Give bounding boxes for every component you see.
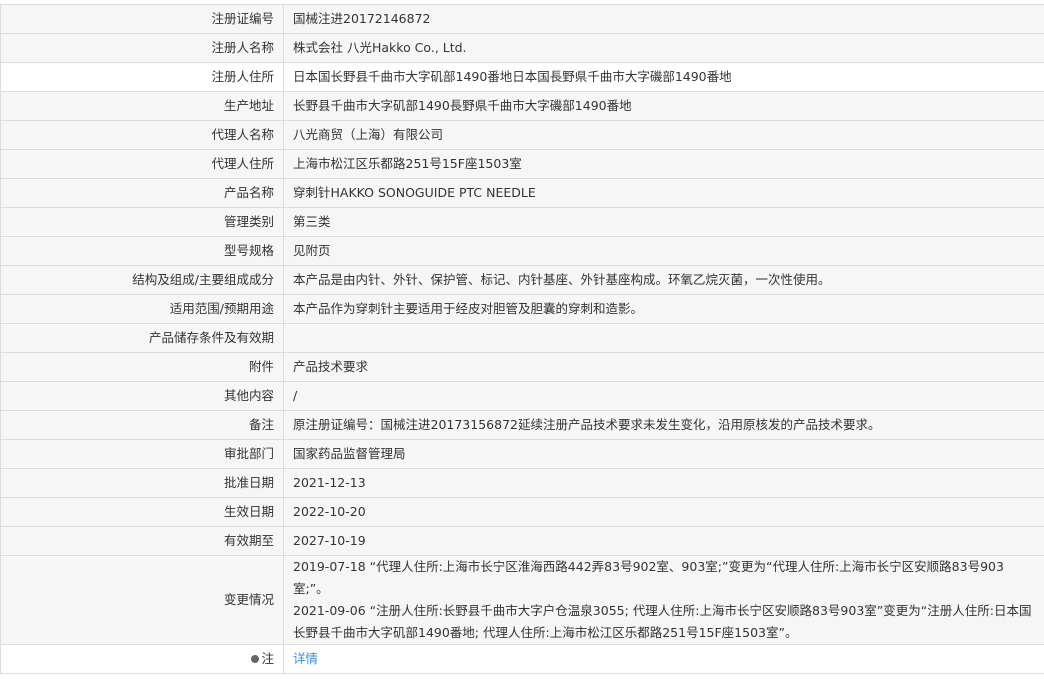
table-row-note: 注 详情 (1, 645, 1044, 674)
row-value: 国械注进20172146872 (284, 5, 1044, 34)
table-row: 审批部门国家药品监督管理局 (1, 440, 1044, 469)
row-value: 八光商贸（上海）有限公司 (284, 121, 1044, 150)
row-label: 产品储存条件及有效期 (1, 324, 284, 353)
table-row: 代理人住所上海市松江区乐都路251号15F座1503室 (1, 150, 1044, 179)
row-value: 第三类 (284, 208, 1044, 237)
table-row: 产品储存条件及有效期 (1, 324, 1044, 353)
row-value: 日本国长野县千曲市大字矶部1490番地日本国長野県千曲市大字磯部1490番地 (284, 63, 1044, 92)
table-row: 注册证编号国械注进20172146872 (1, 5, 1044, 34)
row-value: 产品技术要求 (284, 353, 1044, 382)
row-label: 代理人名称 (1, 121, 284, 150)
registration-detail-table: 注册证编号国械注进20172146872注册人名称株式会社 八光Hakko Co… (0, 4, 1044, 674)
row-value: 株式会社 八光Hakko Co., Ltd. (284, 34, 1044, 63)
table-row: 生产地址长野县千曲市大字矶部1490長野県千曲市大字磯部1490番地 (1, 92, 1044, 121)
row-value: 上海市松江区乐都路251号15F座1503室 (284, 150, 1044, 179)
row-label: 适用范围/预期用途 (1, 295, 284, 324)
row-label: 注册人名称 (1, 34, 284, 63)
row-value: 本产品是由内针、外针、保护管、标记、内针基座、外针基座构成。环氧乙烷灭菌，一次性… (284, 266, 1044, 295)
details-link[interactable]: 详情 (293, 651, 318, 666)
note-icon (251, 655, 259, 663)
table-row-changes: 变更情况 2019-07-18 “代理人住所:上海市长宁区淮海西路442弄83号… (1, 556, 1044, 645)
row-label: 注册证编号 (1, 5, 284, 34)
table-row: 附件产品技术要求 (1, 353, 1044, 382)
row-label: 管理类别 (1, 208, 284, 237)
table-row: 管理类别第三类 (1, 208, 1044, 237)
row-value: 原注册证编号：国械注进20173156872延续注册产品技术要求未发生变化，沿用… (284, 411, 1044, 440)
row-label: 结构及组成/主要组成成分 (1, 266, 284, 295)
table-row: 其他内容/ (1, 382, 1044, 411)
row-label: 生效日期 (1, 498, 284, 527)
row-value: 2019-07-18 “代理人住所:上海市长宁区淮海西路442弄83号902室、… (284, 556, 1044, 645)
table-row: 有效期至2027-10-19 (1, 527, 1044, 556)
table-row: 型号规格见附页 (1, 237, 1044, 266)
row-label: 变更情况 (1, 556, 284, 645)
table-row: 批准日期2021-12-13 (1, 469, 1044, 498)
row-label: 有效期至 (1, 527, 284, 556)
note-label: 注 (261, 651, 274, 666)
row-value: 2021-12-13 (284, 469, 1044, 498)
row-value: 穿刺针HAKKO SONOGUIDE PTC NEEDLE (284, 179, 1044, 208)
row-value: 国家药品监督管理局 (284, 440, 1044, 469)
row-label: 生产地址 (1, 92, 284, 121)
table-row: 代理人名称八光商贸（上海）有限公司 (1, 121, 1044, 150)
row-label: 备注 (1, 411, 284, 440)
row-label: 批准日期 (1, 469, 284, 498)
table-row: 备注原注册证编号：国械注进20173156872延续注册产品技术要求未发生变化，… (1, 411, 1044, 440)
row-value: 2027-10-19 (284, 527, 1044, 556)
row-label: 产品名称 (1, 179, 284, 208)
table-row: 产品名称穿刺针HAKKO SONOGUIDE PTC NEEDLE (1, 179, 1044, 208)
row-label: 其他内容 (1, 382, 284, 411)
row-value: 详情 (284, 645, 1044, 674)
row-value: 长野县千曲市大字矶部1490長野県千曲市大字磯部1490番地 (284, 92, 1044, 121)
row-label: 注册人住所 (1, 63, 284, 92)
change-entry: 2021-09-06 “注册人住所:长野县千曲市大字户仓温泉3055; 代理人住… (293, 600, 1036, 644)
row-label: 注 (1, 645, 284, 674)
table-row: 生效日期2022-10-20 (1, 498, 1044, 527)
row-value: 本产品作为穿刺针主要适用于经皮对胆管及胆囊的穿刺和造影。 (284, 295, 1044, 324)
row-value: 2022-10-20 (284, 498, 1044, 527)
row-label: 型号规格 (1, 237, 284, 266)
row-value: 见附页 (284, 237, 1044, 266)
table-row: 适用范围/预期用途本产品作为穿刺针主要适用于经皮对胆管及胆囊的穿刺和造影。 (1, 295, 1044, 324)
row-value: / (284, 382, 1044, 411)
table-row: 注册人住所日本国长野县千曲市大字矶部1490番地日本国長野県千曲市大字磯部149… (1, 63, 1044, 92)
row-value (284, 324, 1044, 353)
table-row: 注册人名称株式会社 八光Hakko Co., Ltd. (1, 34, 1044, 63)
change-entry: 2019-07-18 “代理人住所:上海市长宁区淮海西路442弄83号902室、… (293, 556, 1036, 600)
row-label: 附件 (1, 353, 284, 382)
row-label: 审批部门 (1, 440, 284, 469)
row-label: 代理人住所 (1, 150, 284, 179)
table-row: 结构及组成/主要组成成分本产品是由内针、外针、保护管、标记、内针基座、外针基座构… (1, 266, 1044, 295)
